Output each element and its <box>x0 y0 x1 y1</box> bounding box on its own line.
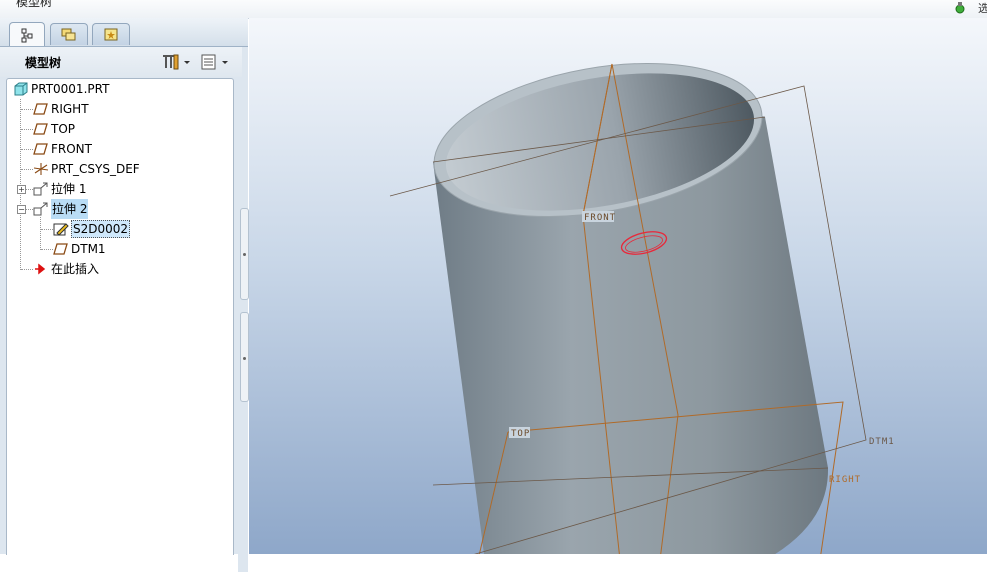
model-tree: PRT0001.PRT RIGHT TOP FRONT PRT_CSYS_DEF <box>6 78 234 555</box>
tree-item-label: TOP <box>51 122 76 136</box>
expand-toggle[interactable]: + <box>17 185 26 194</box>
tab-model-tree[interactable] <box>9 22 45 46</box>
tree-item-insert-here[interactable]: 在此插入 <box>33 259 223 279</box>
tree-item-label: 拉伸 1 <box>51 182 87 196</box>
navigator-panel: 模型树 PRT0001.PRT RIGHT TOP FRONT PRT_CSYS… <box>0 18 249 572</box>
tools-icon <box>163 54 190 70</box>
tree-item-label: FRONT <box>51 142 92 156</box>
datum-label-right[interactable]: RIGHT <box>829 475 861 485</box>
splitter-grip-upper[interactable] <box>240 208 249 300</box>
tree-item-right[interactable]: RIGHT <box>33 99 223 119</box>
tree-item-label: PRT_CSYS_DEF <box>51 162 140 176</box>
tree-connector <box>21 169 33 170</box>
graphics-viewport[interactable]: FRONT TOP RIGHT DTM1 <box>249 18 987 554</box>
status-light-icon[interactable] <box>953 1 967 15</box>
navigator-tabstrip <box>0 18 248 47</box>
folder-icon <box>61 28 76 40</box>
tab-folder-browser[interactable] <box>50 23 88 45</box>
datum-label-top[interactable]: TOP <box>511 429 530 439</box>
tree-item-front[interactable]: FRONT <box>33 139 223 159</box>
datum-label-dtm1[interactable]: DTM1 <box>869 437 895 447</box>
part-icon <box>14 82 28 96</box>
tree-item-dtm1[interactable]: DTM1 <box>53 239 223 259</box>
tree-connector <box>40 217 41 250</box>
tree-item-extrude-2[interactable]: − 拉伸 2 <box>17 199 223 219</box>
list-options-icon <box>201 54 228 70</box>
extrude-icon <box>33 182 48 196</box>
tree-item-label: 拉伸 2 <box>51 199 89 219</box>
datum-plane-icon <box>33 123 48 135</box>
tree-item-extrude-1[interactable]: + 拉伸 1 <box>17 179 223 199</box>
model-tree-icon <box>21 28 33 42</box>
datum-label-front[interactable]: FRONT <box>584 213 616 223</box>
model-view: FRONT TOP RIGHT DTM1 <box>389 62 895 554</box>
tree-item-top[interactable]: TOP <box>33 119 223 139</box>
show-menu-button[interactable] <box>200 52 232 72</box>
tree-item-csys[interactable]: PRT_CSYS_DEF <box>33 159 223 179</box>
model-tree-header: 模型树 <box>0 47 242 77</box>
tree-connector <box>21 129 33 130</box>
tree-item-label: DTM1 <box>71 242 106 256</box>
datum-plane-icon <box>33 143 48 155</box>
title-bar: 模型树 选 <box>0 0 987 19</box>
tree-connector <box>21 149 33 150</box>
tree-item-label: S2D0002 <box>71 220 131 238</box>
extrude-icon <box>33 202 48 216</box>
star-icon <box>104 28 118 40</box>
splitter-grip-lower[interactable] <box>240 312 249 402</box>
tree-connector <box>21 269 33 270</box>
tree-item-label: RIGHT <box>51 102 89 116</box>
tree-item-sketch[interactable]: S2D0002 <box>53 219 223 239</box>
panel-splitter[interactable] <box>238 208 249 572</box>
tree-connector <box>41 229 53 230</box>
panel-title: 模型树 <box>25 56 62 70</box>
tree-root-part[interactable]: PRT0001.PRT <box>13 79 223 99</box>
datum-plane-icon <box>33 103 48 115</box>
tree-connector <box>41 249 53 250</box>
datum-plane-icon <box>53 243 68 255</box>
tree-connector <box>21 109 33 110</box>
tree-item-label: 在此插入 <box>51 262 100 276</box>
settings-menu-button[interactable] <box>160 52 192 72</box>
insert-here-arrow-icon <box>35 263 46 275</box>
tab-favorites[interactable] <box>92 23 130 45</box>
topbar-right-label: 选 <box>978 2 987 15</box>
sketch-icon <box>53 223 69 236</box>
tree-item-label: PRT0001.PRT <box>31 82 110 96</box>
collapse-toggle[interactable]: − <box>17 205 26 214</box>
window-title: 模型树 <box>16 0 53 9</box>
coordinate-system-icon <box>33 163 49 175</box>
